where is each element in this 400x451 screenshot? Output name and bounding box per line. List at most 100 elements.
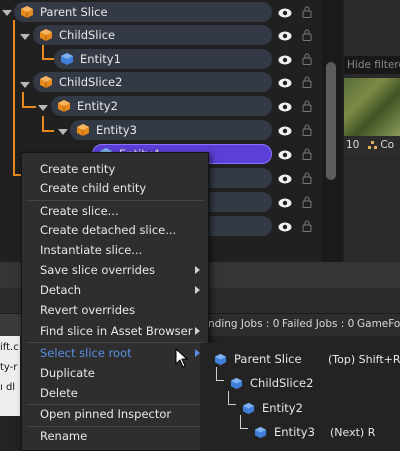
menu-item-label: Create slice... bbox=[40, 204, 119, 218]
submenu-item-parent-slice[interactable]: Parent Slice bbox=[214, 349, 302, 369]
lock-icon[interactable] bbox=[302, 53, 312, 65]
slice-cube-icon bbox=[21, 6, 33, 18]
row-label: ChildSlice2 bbox=[59, 75, 123, 89]
menu-item-label: Save slice overrides bbox=[40, 263, 156, 277]
menu-item-rename[interactable]: Rename bbox=[22, 426, 208, 446]
slice-cube-icon bbox=[40, 29, 52, 41]
outliner-row[interactable] bbox=[200, 168, 272, 188]
submenu-arrow-icon bbox=[195, 327, 200, 335]
combo-label: Co bbox=[380, 139, 395, 151]
submenu-arrow-icon bbox=[195, 286, 200, 294]
outliner-row-entity2[interactable]: Entity2 bbox=[51, 96, 272, 116]
menu-item-create-child-entity[interactable]: Create child entity bbox=[22, 178, 208, 198]
menu-item-create-slice[interactable]: Create slice... bbox=[22, 201, 208, 221]
expand-arrow-icon[interactable] bbox=[20, 34, 30, 40]
submenu-item-label: ChildSlice2 bbox=[250, 376, 314, 390]
entity-cube-icon bbox=[254, 426, 267, 438]
log-line: ty-r bbox=[0, 362, 18, 373]
row-label: Entity1 bbox=[80, 52, 121, 66]
menu-item-label: Create entity bbox=[40, 162, 116, 176]
submenu-arrow-icon bbox=[195, 266, 200, 274]
visibility-eye-icon[interactable] bbox=[278, 126, 292, 136]
menu-item-label: Delete bbox=[40, 386, 78, 400]
menu-item-label: Open pinned Inspector bbox=[40, 407, 172, 421]
menu-item-label: Rename bbox=[40, 429, 88, 443]
outliner-row-childslice[interactable]: ChildSlice bbox=[33, 25, 272, 45]
outliner-row[interactable] bbox=[200, 216, 272, 236]
outliner-row-entity3[interactable]: Entity3 bbox=[70, 120, 272, 140]
lock-icon[interactable] bbox=[302, 100, 312, 112]
combo-button[interactable]: Co bbox=[368, 139, 394, 151]
shortcut-label: (Top) Shift+R bbox=[328, 353, 400, 366]
menu-item-delete[interactable]: Delete bbox=[22, 383, 208, 403]
context-menu: Create entity Create child entity Create… bbox=[21, 152, 209, 451]
lock-icon[interactable] bbox=[302, 196, 312, 208]
hierarchy-line bbox=[22, 106, 36, 108]
menu-item-save-slice-overrides[interactable]: Save slice overrides bbox=[22, 260, 208, 280]
lock-icon[interactable] bbox=[302, 29, 312, 41]
menu-item-label: Create detached slice... bbox=[40, 223, 177, 237]
expand-arrow-icon[interactable] bbox=[38, 105, 48, 111]
menu-item-label: Create child entity bbox=[40, 181, 147, 195]
expand-arrow-icon[interactable] bbox=[2, 10, 12, 16]
menu-item-label: Detach bbox=[40, 283, 82, 297]
scrollbar-thumb[interactable] bbox=[326, 62, 336, 180]
submenu-item-label: Entity3 bbox=[274, 425, 315, 439]
project-label: GameFo bbox=[357, 318, 400, 330]
visibility-eye-icon[interactable] bbox=[278, 102, 292, 112]
lock-icon[interactable] bbox=[302, 172, 312, 184]
lock-icon[interactable] bbox=[302, 220, 312, 232]
menu-item-label: Revert overrides bbox=[40, 303, 136, 317]
row-label: Entity2 bbox=[77, 99, 118, 113]
menu-item-create-detached-slice[interactable]: Create detached slice... bbox=[22, 220, 208, 240]
viewport-toolbar: 10 Co bbox=[344, 136, 400, 156]
menu-item-instantiate-slice[interactable]: Instantiate slice... bbox=[22, 240, 208, 260]
visibility-eye-icon[interactable] bbox=[278, 31, 292, 41]
menu-item-open-pinned-inspector[interactable]: Open pinned Inspector bbox=[22, 404, 208, 424]
tree-connector bbox=[228, 391, 236, 405]
log-line: ı dl bbox=[0, 382, 16, 393]
row-label: Entity3 bbox=[96, 123, 137, 137]
viewport-render[interactable] bbox=[344, 78, 400, 136]
hierarchy-line bbox=[13, 20, 15, 176]
lock-icon[interactable] bbox=[302, 124, 312, 136]
job-status-bar: nding Jobs : 0 Failed Jobs : 0 GameFo bbox=[200, 314, 400, 336]
submenu-item-entity3[interactable]: Entity3 bbox=[254, 422, 315, 442]
hierarchy-line bbox=[42, 130, 54, 132]
menu-item-label: Instantiate slice... bbox=[40, 243, 143, 257]
expand-arrow-icon[interactable] bbox=[20, 82, 30, 88]
visibility-eye-icon[interactable] bbox=[278, 8, 292, 18]
filter-search-input[interactable]: Hide filtere bbox=[344, 56, 400, 74]
submenu-item-entity2[interactable]: Entity2 bbox=[242, 398, 303, 418]
outliner-row-parent-slice[interactable]: Parent Slice bbox=[14, 2, 272, 22]
visibility-eye-icon[interactable] bbox=[278, 174, 292, 184]
lock-icon[interactable] bbox=[302, 76, 312, 88]
menu-item-label: Duplicate bbox=[40, 366, 95, 380]
menu-item-detach[interactable]: Detach bbox=[22, 280, 208, 300]
hierarchy-icon bbox=[368, 141, 377, 149]
outliner-row-entity1[interactable]: Entity1 bbox=[54, 49, 272, 69]
row-label: Parent Slice bbox=[40, 5, 108, 19]
menu-item-find-slice-in-asset-browser[interactable]: Find slice in Asset Browser bbox=[22, 321, 208, 341]
lock-icon[interactable] bbox=[302, 6, 312, 18]
shortcut-label: (Next) R bbox=[330, 426, 376, 439]
outliner-row[interactable] bbox=[200, 192, 272, 212]
log-card: ift.c ty-r ı dl bbox=[0, 336, 20, 416]
expand-arrow-icon[interactable] bbox=[58, 129, 68, 135]
slice-cube-icon bbox=[58, 100, 70, 112]
entity-cube-icon bbox=[230, 377, 243, 389]
outliner-row-childslice2[interactable]: ChildSlice2 bbox=[33, 72, 272, 92]
visibility-eye-icon[interactable] bbox=[278, 222, 292, 232]
counter-label: 10 bbox=[346, 139, 360, 151]
entity-cube-icon bbox=[214, 353, 227, 365]
log-line: ift.c bbox=[0, 342, 19, 353]
menu-item-create-entity[interactable]: Create entity bbox=[22, 159, 208, 179]
visibility-eye-icon[interactable] bbox=[278, 150, 292, 160]
submenu-item-childslice2[interactable]: ChildSlice2 bbox=[230, 373, 313, 393]
visibility-eye-icon[interactable] bbox=[278, 78, 292, 88]
visibility-eye-icon[interactable] bbox=[278, 198, 292, 208]
lock-icon[interactable] bbox=[302, 148, 312, 160]
visibility-eye-icon[interactable] bbox=[278, 55, 292, 65]
menu-item-revert-overrides[interactable]: Revert overrides bbox=[22, 300, 208, 320]
menu-item-label: Find slice in Asset Browser bbox=[40, 324, 193, 338]
